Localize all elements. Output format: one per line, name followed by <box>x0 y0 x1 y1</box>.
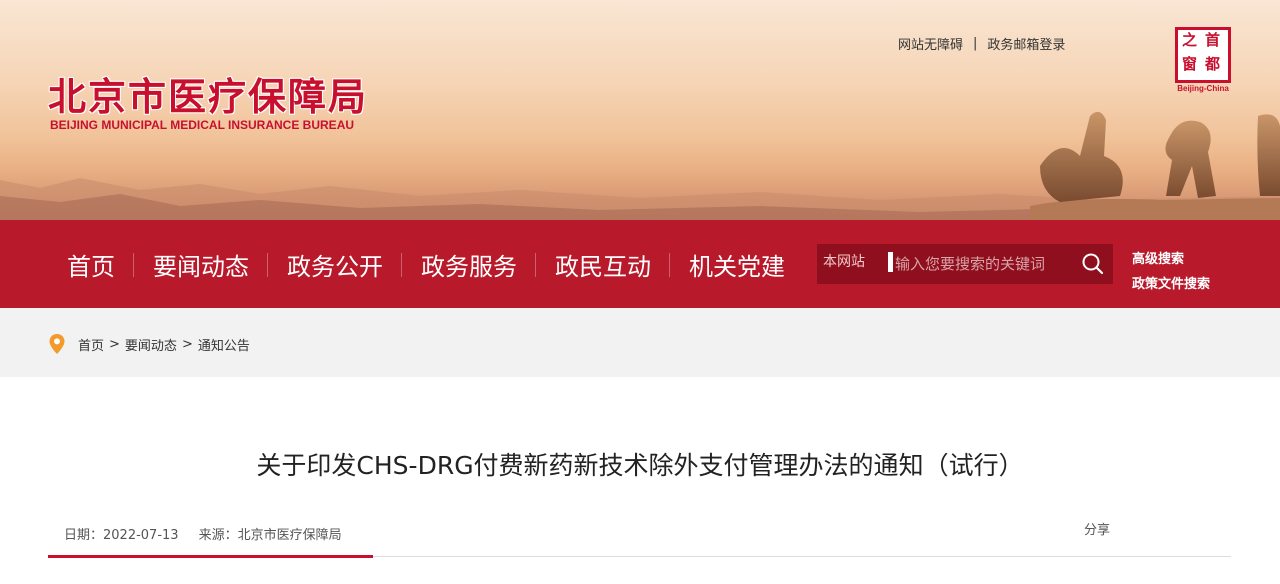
search-icon[interactable] <box>1081 252 1105 276</box>
text-cursor <box>888 252 893 272</box>
search-scope-label: 本网站 <box>823 254 865 270</box>
top-links-separator: | <box>973 36 978 51</box>
breadcrumb-news[interactable]: 要闻动态 <box>125 335 177 354</box>
breadcrumb-home[interactable]: 首页 <box>78 335 104 354</box>
header-banner: 北京市医疗保障局 BEIJING MUNICIPAL MEDICAL INSUR… <box>0 0 1280 220</box>
breadcrumb-notices[interactable]: 通知公告 <box>198 335 250 354</box>
policy-file-search-link[interactable]: 政策文件搜索 <box>1132 273 1210 292</box>
bronze-sculpture-image <box>1030 111 1280 220</box>
search-input[interactable] <box>895 244 1075 284</box>
nav-item-news[interactable]: 要闻动态 <box>134 247 268 282</box>
nav-item-gov-affairs-open[interactable]: 政务公开 <box>268 247 402 282</box>
breadcrumb-bar: 首页 > 要闻动态 > 通知公告 <box>0 308 1280 377</box>
capital-logo-en: Beijing-China <box>1177 84 1229 93</box>
capital-window-logo[interactable]: 之 首 窗 都 Beijing-China <box>1175 27 1231 93</box>
nav-item-gov-services[interactable]: 政务服务 <box>402 247 536 282</box>
nav-item-interaction[interactable]: 政民互动 <box>536 247 670 282</box>
location-pin-icon <box>49 334 65 354</box>
meta-underline-accent <box>48 555 373 558</box>
article-title: 关于印发CHS-DRG付费新药新技术除外支付管理办法的通知（试行） <box>256 451 1024 480</box>
capital-logo-char: 窗 <box>1182 55 1198 73</box>
nav-item-home[interactable]: 首页 <box>48 247 134 282</box>
advanced-search-links: 高级搜索 政策文件搜索 <box>1132 248 1210 292</box>
article-meta: 日期：2022-07-13 来源：北京市医疗保障局 <box>64 524 342 543</box>
gov-mail-login-link[interactable]: 政务邮箱登录 <box>987 34 1065 53</box>
breadcrumb-separator: > <box>181 336 193 352</box>
site-logo[interactable]: 北京市医疗保障局 <box>48 66 368 121</box>
advanced-search-link[interactable]: 高级搜索 <box>1132 248 1210 267</box>
share-button[interactable]: 分享 <box>1084 519 1110 538</box>
capital-logo-char: 首 <box>1205 31 1221 49</box>
capital-logo-char: 之 <box>1182 31 1198 49</box>
site-logo-en: BEIJING MUNICIPAL MEDICAL INSURANCE BURE… <box>50 118 355 132</box>
breadcrumb: 首页 > 要闻动态 > 通知公告 <box>48 333 250 355</box>
top-links: 网站无障碍 | 政务邮箱登录 <box>898 34 1065 53</box>
breadcrumb-separator: > <box>109 336 120 352</box>
article-source: 来源：北京市医疗保障局 <box>198 528 342 543</box>
nav-item-party-building[interactable]: 机关党建 <box>670 247 804 282</box>
accessibility-link[interactable]: 网站无障碍 <box>898 34 963 53</box>
article-date: 日期：2022-07-13 <box>64 528 179 543</box>
site-search: 本网站 <box>817 244 1113 284</box>
capital-logo-char: 都 <box>1205 55 1221 73</box>
search-scope-select[interactable]: 本网站 <box>817 244 893 284</box>
